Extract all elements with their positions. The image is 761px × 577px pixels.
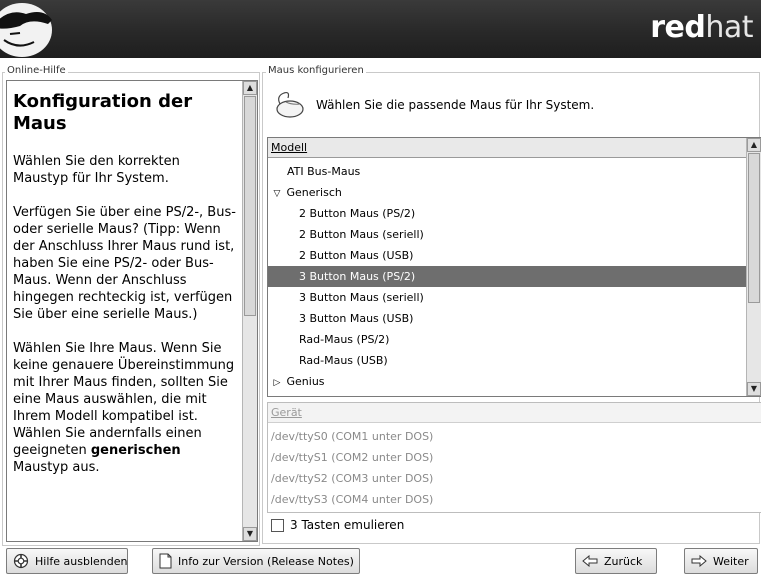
scroll-down-icon[interactable]: ▼ [243,527,257,541]
help-paragraph: Wählen Sie Ihre Maus. Wenn Sie keine gen… [13,341,235,475]
mouse-model-list[interactable]: Modell ATI Bus-Maus ▽ Generisch 2 Button… [267,137,761,397]
document-icon [159,553,172,569]
header-banner: redhat [0,0,761,58]
arrow-right-icon [691,555,707,567]
emulate-3-buttons-label: 3 Tasten emulieren [290,518,405,532]
help-paragraph: Wählen Sie den korrekten Maustyp für Ihr… [13,154,180,186]
help-text: Konfiguration der Maus Wählen Sie den ko… [13,91,239,493]
device-row: /dev/ttyS1 (COM2 unter DOS) [271,451,434,464]
model-list-scrollbar[interactable]: ▲ ▼ [746,138,761,396]
model-row[interactable]: 2 Button Maus (seriell) [268,224,761,245]
shadowman-logo-icon [0,3,52,57]
model-group-genius[interactable]: ▷ Genius [268,371,750,392]
release-notes-button[interactable]: Info zur Version (Release Notes) [152,548,360,574]
scroll-up-icon[interactable]: ▲ [243,81,257,95]
device-row: /dev/ttyS0 (COM1 unter DOS) [271,430,434,443]
arrow-left-icon [582,555,598,567]
help-legend: Online-Hilfe [5,65,68,76]
expander-closed-icon[interactable]: ▷ [271,373,283,394]
model-row[interactable]: Rad-Maus (USB) [268,350,761,371]
help-scrollbar[interactable]: ▲ ▼ [242,81,257,541]
help-title: Konfiguration der Maus [13,91,193,134]
model-scroll-thumb[interactable] [748,153,760,303]
emulate-3-buttons-option[interactable]: 3 Tasten emulieren [271,518,404,532]
back-button[interactable]: Zurück [575,548,657,574]
help-paragraph: Verfügen Sie über eine PS/2-, Bus- oder … [13,205,236,322]
model-row[interactable]: ATI Bus-Maus [268,161,761,182]
device-column-header: Gerät [268,403,761,423]
device-row: /dev/ttyS2 (COM3 unter DOS) [271,472,434,485]
help-scroll-thumb[interactable] [244,96,256,316]
hide-help-button[interactable]: Hilfe ausblenden [6,548,128,574]
config-legend: Maus konfigurieren [266,65,366,76]
model-row[interactable]: 2 Button Maus (USB) [268,245,761,266]
scroll-down-icon[interactable]: ▼ [747,382,761,396]
redhat-wordmark: redhat [650,10,753,45]
scroll-up-icon[interactable]: ▲ [747,138,761,152]
model-column-header[interactable]: Modell [268,138,747,158]
mouse-icon [276,91,304,118]
device-list: Gerät /dev/ttyS0 (COM1 unter DOS) /dev/t… [267,402,761,513]
lifebuoy-icon [13,553,29,569]
model-row[interactable]: Rad-Maus (PS/2) [268,329,761,350]
model-row[interactable]: 3 Button Maus (USB) [268,308,761,329]
device-row: /dev/ttyS3 (COM4 unter DOS) [271,493,434,506]
model-row[interactable]: 3 Button Maus (seriell) [268,287,761,308]
model-group-generic[interactable]: ▽ Generisch [268,182,750,203]
expander-open-icon[interactable]: ▽ [271,184,283,205]
config-prompt: Wählen Sie die passende Maus für Ihr Sys… [316,98,595,112]
next-button[interactable]: Weiter [684,548,758,574]
model-row-selected[interactable]: 3 Button Maus (PS/2) [268,266,761,287]
help-panel: Konfiguration der Maus Wählen Sie den ko… [6,80,258,542]
emulate-3-buttons-checkbox[interactable] [271,518,284,532]
model-row[interactable]: 2 Button Maus (PS/2) [268,203,761,224]
